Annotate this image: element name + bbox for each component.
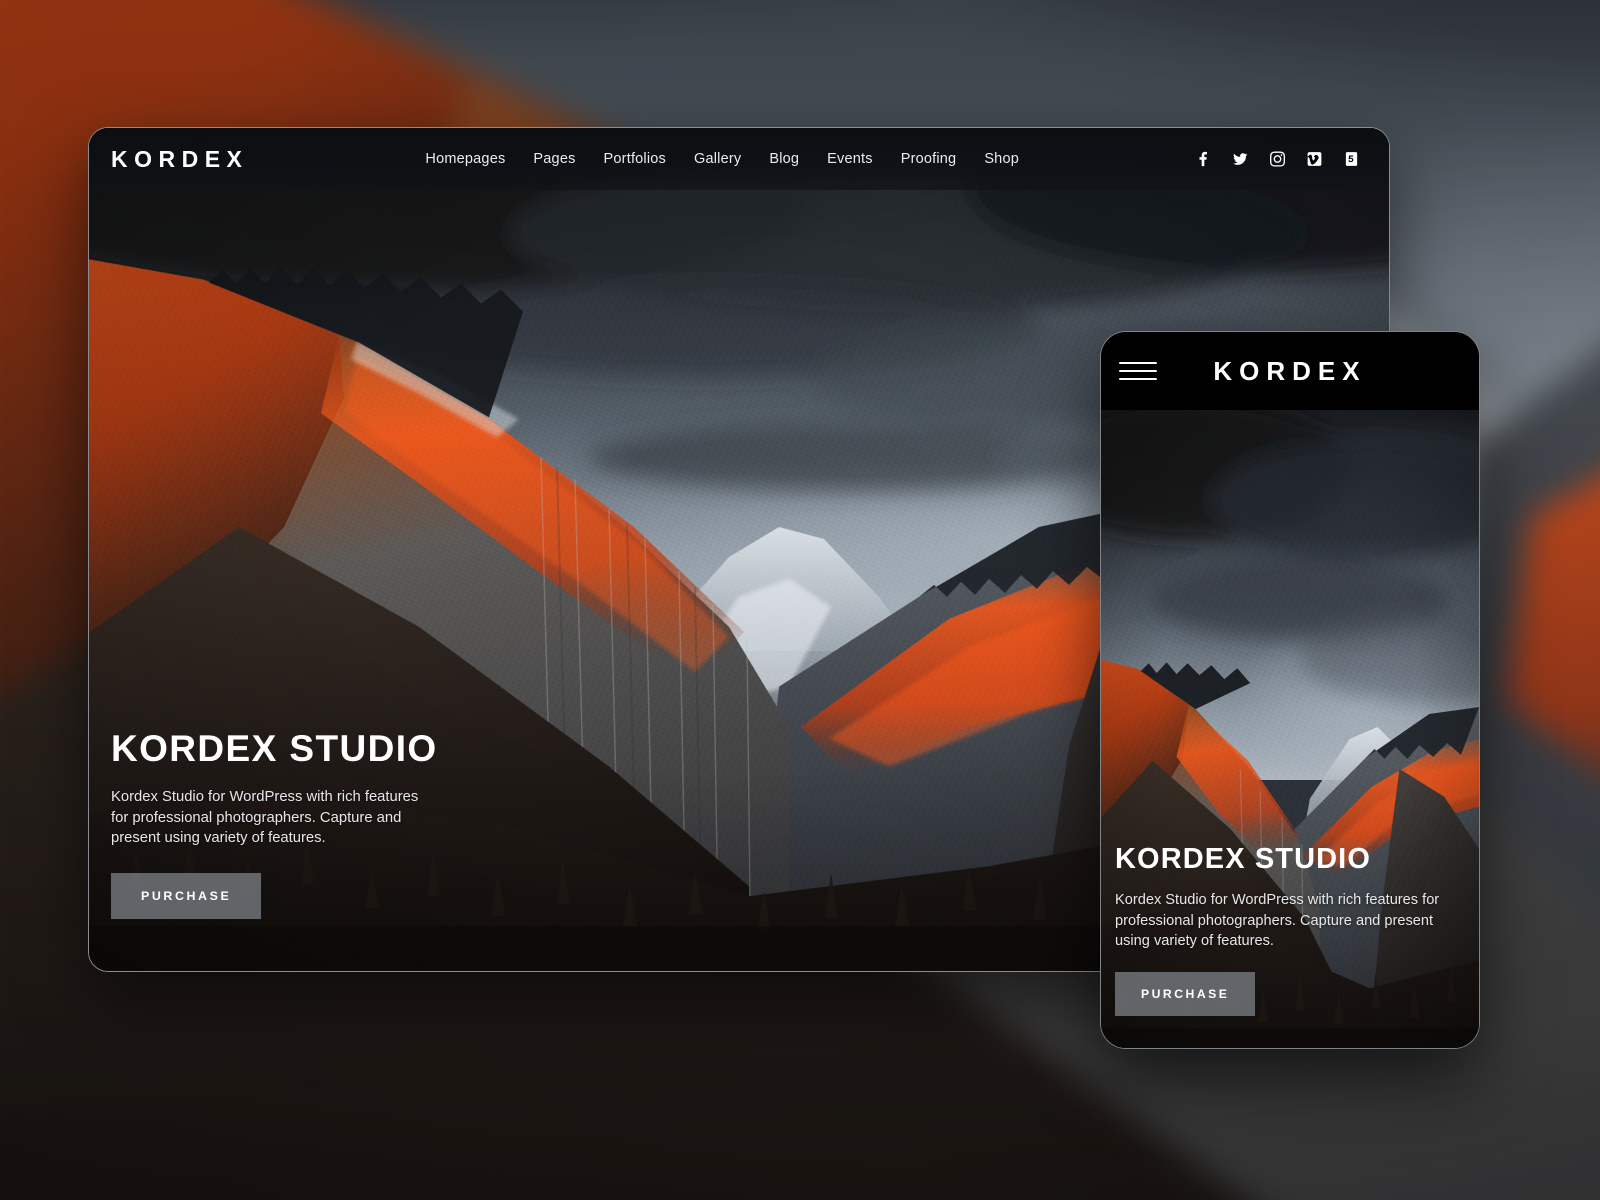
nav-item-shop[interactable]: Shop bbox=[970, 145, 1033, 173]
hamburger-menu-icon[interactable] bbox=[1119, 362, 1157, 380]
hero-description: Kordex Studio for WordPress with rich fe… bbox=[111, 788, 419, 847]
mobile-hero-description: Kordex Studio for WordPress with rich fe… bbox=[1115, 891, 1440, 950]
mobile-header: KORDEX bbox=[1101, 332, 1479, 410]
instagram-icon[interactable] bbox=[1270, 151, 1285, 167]
fivehundredpx-icon[interactable] bbox=[1344, 151, 1359, 167]
screenshot-stage: KORDEX Homepages Pages Portfolios Galler… bbox=[0, 0, 1600, 1200]
mobile-purchase-button[interactable]: PURCHASE bbox=[1115, 972, 1256, 1016]
twitter-icon[interactable] bbox=[1233, 151, 1248, 167]
site-logo[interactable]: KORDEX bbox=[111, 146, 248, 173]
social-links bbox=[1196, 151, 1359, 167]
nav-item-homepages[interactable]: Homepages bbox=[411, 145, 519, 173]
facebook-icon[interactable] bbox=[1196, 151, 1211, 167]
mobile-logo[interactable]: KORDEX bbox=[1101, 356, 1479, 387]
nav-item-gallery[interactable]: Gallery bbox=[680, 145, 755, 173]
nav-item-pages[interactable]: Pages bbox=[519, 145, 589, 173]
hero-content: KORDEX STUDIO Kordex Studio for WordPres… bbox=[89, 728, 438, 971]
purchase-button[interactable]: PURCHASE bbox=[111, 873, 262, 919]
nav-item-events[interactable]: Events bbox=[813, 145, 887, 173]
vimeo-icon[interactable] bbox=[1307, 151, 1322, 167]
mobile-viewport: KORDEX STUDIO Kordex Studio for WordPres… bbox=[1101, 410, 1479, 1048]
main-navigation: Homepages Pages Portfolios Gallery Blog … bbox=[411, 145, 1033, 173]
mobile-hero-content: KORDEX STUDIO Kordex Studio for WordPres… bbox=[1101, 843, 1461, 1048]
mobile-hero-title: KORDEX STUDIO bbox=[1115, 842, 1371, 875]
site-header: KORDEX Homepages Pages Portfolios Galler… bbox=[89, 128, 1389, 190]
nav-item-proofing[interactable]: Proofing bbox=[887, 145, 971, 173]
nav-item-portfolios[interactable]: Portfolios bbox=[590, 145, 680, 173]
hero-title: KORDEX STUDIO bbox=[111, 728, 438, 770]
nav-item-blog[interactable]: Blog bbox=[755, 145, 813, 173]
mobile-phone-mockup: KORDEX KORDEX STUDIO Kordex Studio for W… bbox=[1100, 331, 1480, 1049]
